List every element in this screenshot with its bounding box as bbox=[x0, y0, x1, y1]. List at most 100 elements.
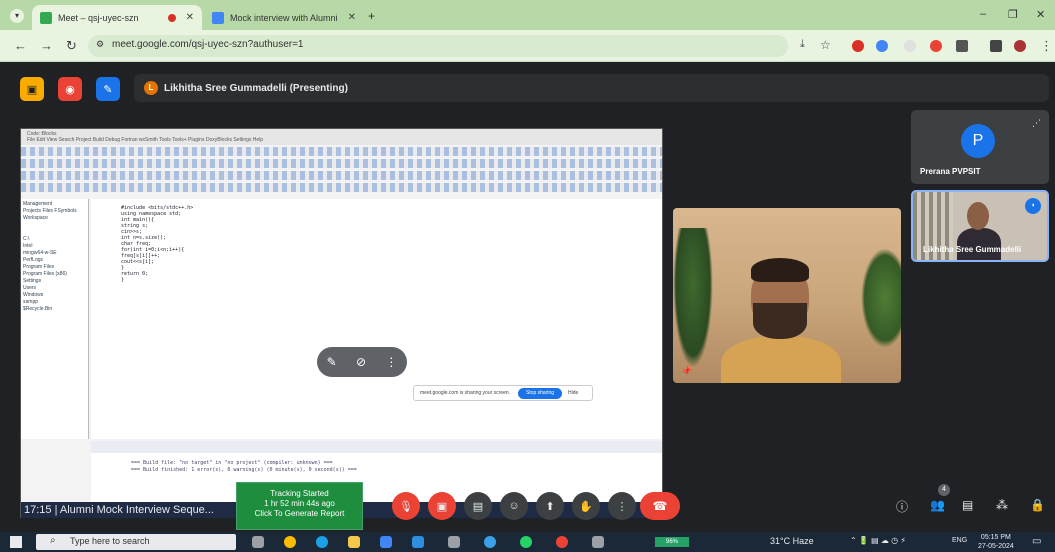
end-call-button[interactable]: ☎ bbox=[640, 492, 680, 520]
host-controls-icon[interactable]: ▣ bbox=[20, 77, 44, 101]
emoji-button[interactable]: ☺ bbox=[500, 492, 528, 520]
close-tab-icon[interactable]: ✕ bbox=[348, 12, 356, 23]
mic-off-button[interactable]: 🎙 bbox=[392, 492, 420, 520]
extension-icon[interactable] bbox=[876, 40, 888, 52]
participant-name: Prerana PVPSIT bbox=[920, 167, 981, 176]
panel-line: C:\ bbox=[23, 236, 30, 242]
chat-icon[interactable]: ▤ bbox=[962, 498, 973, 512]
host-lock-icon[interactable]: 🔒 bbox=[1030, 498, 1045, 512]
ie-icon[interactable] bbox=[484, 536, 496, 548]
close-tab-icon[interactable]: ✕ bbox=[186, 12, 194, 23]
person-shirt bbox=[721, 336, 841, 383]
tracking-report-button[interactable]: Tracking Started 1 hr 52 min 44s ago Cli… bbox=[236, 482, 363, 530]
participant-tile-likhitha[interactable]: ◖ Likhitha Sree Gummadelli bbox=[911, 190, 1049, 262]
url-bar[interactable]: ⚙ meet.google.com/qsj-uyec-szn?authuser=… bbox=[88, 35, 788, 57]
bookmark-star-icon[interactable]: ☆ bbox=[820, 38, 831, 52]
windows-start-icon[interactable] bbox=[10, 536, 22, 548]
language-indicator[interactable]: ENG bbox=[952, 537, 967, 544]
screen-share-notice: meet.google.com is sharing your screen. … bbox=[413, 385, 593, 401]
tile-overlay-controls: ✎ ⊘ ⋮ bbox=[317, 347, 407, 377]
chrome-icon[interactable] bbox=[284, 536, 296, 548]
battery-indicator: 96% bbox=[655, 537, 689, 547]
back-arrow-icon[interactable]: ← bbox=[14, 38, 27, 53]
new-tab-button[interactable]: + bbox=[368, 9, 375, 23]
extensions-puzzle-icon[interactable] bbox=[956, 40, 968, 52]
clock-time: 05:15 PM bbox=[980, 534, 1011, 541]
recording-dot-icon bbox=[167, 13, 176, 22]
whatsapp-icon[interactable] bbox=[520, 536, 532, 548]
pin-icon[interactable]: ✎ bbox=[327, 355, 337, 369]
browser-address-row: ← → ↻ ⚙ meet.google.com/qsj-uyec-szn?aut… bbox=[0, 30, 1055, 62]
speaking-indicator-icon: ◖ bbox=[1025, 198, 1041, 214]
sidebar-icon[interactable] bbox=[990, 40, 1002, 52]
tab-search-button[interactable]: ▾ bbox=[10, 9, 24, 23]
ide-toolbar bbox=[21, 159, 662, 168]
more-options-icon[interactable]: ⋮ bbox=[385, 355, 397, 369]
weather-widget[interactable]: 31°C Haze bbox=[770, 536, 814, 546]
site-info-icon[interactable]: ⚙ bbox=[96, 39, 104, 50]
windows-taskbar: ⌕ Type here to search 96% 31°C Haze ⌃ 🔋 … bbox=[0, 532, 1055, 552]
system-clock[interactable]: 05:15 PM 27-05-2024 bbox=[978, 533, 1014, 551]
tab-meet[interactable]: Meet – qsj-uyec-szn ✕ bbox=[32, 5, 202, 30]
profile-avatar-icon[interactable] bbox=[1014, 40, 1026, 52]
presenting-label: Likhitha Sree Gummadelli (Presenting) bbox=[164, 82, 348, 94]
extension-icon[interactable] bbox=[852, 40, 864, 52]
taskbar-search-box[interactable]: ⌕ Type here to search bbox=[36, 534, 236, 550]
people-icon[interactable]: 👥 bbox=[930, 498, 945, 512]
minimize-button[interactable]: – bbox=[980, 8, 986, 20]
mute-icon[interactable]: ⊘ bbox=[356, 355, 366, 369]
ide-toolbar bbox=[21, 147, 662, 156]
mail-icon[interactable] bbox=[380, 536, 392, 548]
browser-tab-bar: ▾ Meet – qsj-uyec-szn ✕ Mock interview w… bbox=[0, 0, 1055, 30]
participant-tile-prerana[interactable]: P Prerana PVPSIT ⋰ bbox=[911, 110, 1049, 184]
tab-title: Meet – qsj-uyec-szn bbox=[58, 12, 139, 23]
panel-line: Users bbox=[23, 285, 37, 291]
download-icon[interactable]: ⤓ bbox=[800, 38, 805, 51]
participant-tile-camera[interactable]: 📌 bbox=[673, 208, 901, 383]
stop-sharing-button[interactable]: Stop sharing bbox=[518, 388, 562, 399]
vscode-icon[interactable] bbox=[412, 536, 424, 548]
browser-menu-icon[interactable]: ⋮ bbox=[1040, 38, 1053, 54]
panel-line: Projects Files FSymbols bbox=[23, 208, 77, 214]
more-options-button[interactable]: ⋮ bbox=[608, 492, 636, 520]
tab-mock-interview[interactable]: Mock interview with Alumni ✕ bbox=[204, 5, 364, 30]
info-icon[interactable]: ⓘ bbox=[896, 498, 908, 515]
raise-hand-button[interactable]: ✋ bbox=[572, 492, 600, 520]
ide-toolbar bbox=[21, 183, 662, 192]
panel-line: Program Files bbox=[23, 264, 55, 270]
maximize-button[interactable]: ❐ bbox=[1008, 8, 1018, 21]
app-icon[interactable] bbox=[592, 536, 604, 548]
activities-icon[interactable]: ⁂ bbox=[996, 498, 1008, 512]
forward-arrow-icon[interactable]: → bbox=[40, 38, 53, 53]
camera-off-button[interactable]: ▣ bbox=[428, 492, 456, 520]
extension-icon[interactable] bbox=[904, 40, 916, 52]
recording-icon[interactable]: ◉ bbox=[58, 77, 82, 101]
hide-button[interactable]: Hide bbox=[568, 390, 578, 396]
file-explorer-icon[interactable] bbox=[348, 536, 360, 548]
app-icon[interactable] bbox=[448, 536, 460, 548]
captions-button[interactable]: ▤ bbox=[464, 492, 492, 520]
reload-icon[interactable]: ↻ bbox=[66, 38, 77, 54]
pin-icon[interactable]: 📌 bbox=[681, 366, 692, 377]
tray-icons[interactable]: ⌃ 🔋 ▤ ☁ ◷ ⚡ bbox=[850, 536, 906, 545]
meeting-time: 17:15 bbox=[24, 504, 52, 516]
ide-management-panel: Management Projects Files FSymbols Works… bbox=[21, 199, 89, 439]
ide-menubar: Code::Blocks File Edit View Search Proje… bbox=[21, 129, 662, 145]
meeting-info: 17:15 | Alumni Mock Interview Seque... bbox=[24, 504, 214, 516]
close-window-button[interactable]: ✕ bbox=[1036, 8, 1045, 21]
present-button[interactable]: ⬆ bbox=[536, 492, 564, 520]
panel-line: Windows bbox=[23, 292, 44, 298]
notifications-icon[interactable]: ▭ bbox=[1032, 536, 1041, 547]
code-line: } bbox=[121, 277, 125, 283]
log-line: === Build finished: 1 error(s), 0 warnin… bbox=[131, 467, 357, 473]
task-view-icon[interactable] bbox=[252, 536, 264, 548]
url-text: meet.google.com/qsj-uyec-szn?authuser=1 bbox=[112, 39, 304, 50]
search-icon: ⌕ bbox=[50, 535, 56, 546]
chrome-active-icon[interactable] bbox=[556, 536, 568, 548]
edge-icon[interactable] bbox=[316, 536, 328, 548]
log-line: === Build file: "no target" in "no proje… bbox=[131, 460, 333, 466]
extension-icon[interactable] bbox=[930, 40, 942, 52]
doc-favicon-icon bbox=[212, 11, 224, 24]
panel-line: Intel bbox=[23, 243, 33, 249]
notes-icon[interactable]: ✎ bbox=[96, 77, 120, 101]
